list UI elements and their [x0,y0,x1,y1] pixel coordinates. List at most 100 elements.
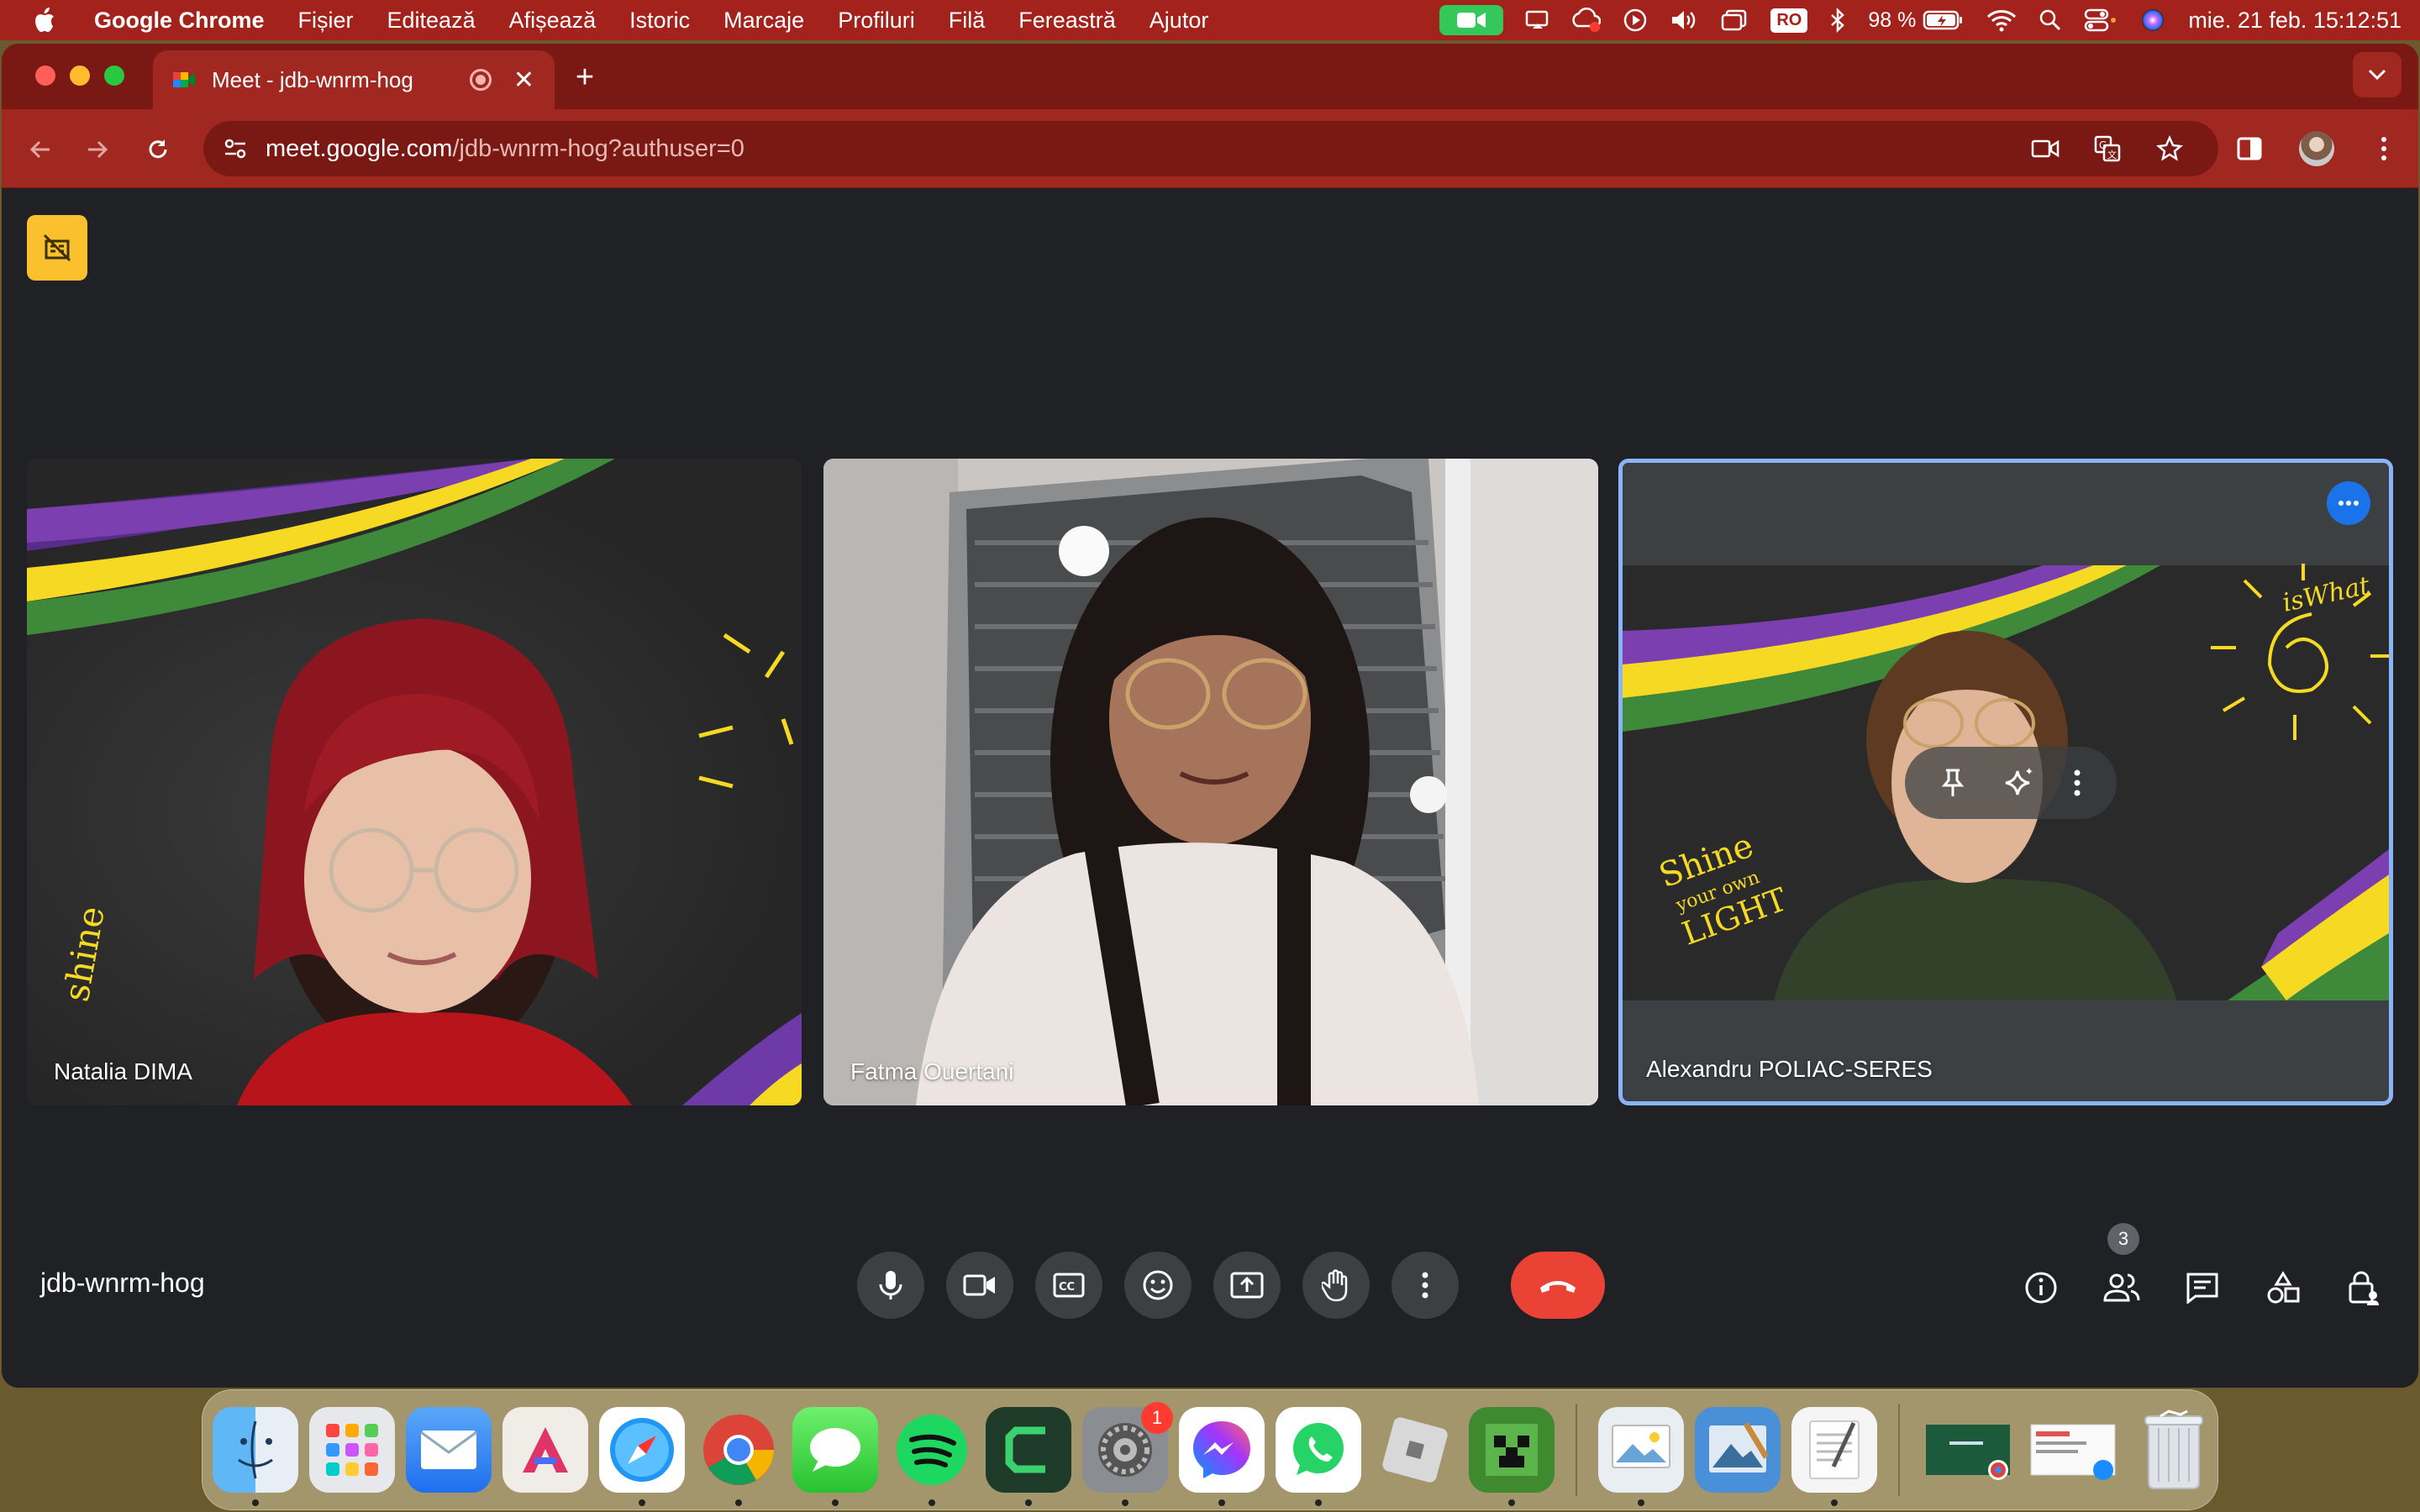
minimized-window-icon[interactable] [2026,1407,2120,1493]
camera-in-use-icon[interactable] [2027,130,2064,167]
battery-percent: 98 % [1868,8,1917,32]
leave-call-button[interactable] [1511,1252,1605,1319]
participant-name: Alexandru POLIAC-SERES [1646,1056,1933,1082]
visual-effects-icon[interactable] [2002,766,2036,800]
spotify-icon[interactable] [889,1407,975,1506]
raise-hand-button[interactable] [1302,1252,1370,1319]
launchpad-icon[interactable] [309,1407,395,1493]
chrome-icon[interactable] [696,1407,781,1506]
more-vertical-icon[interactable] [2073,769,2081,797]
menu-app-name[interactable]: Google Chrome [69,8,281,34]
system-settings-icon[interactable]: 1 [1082,1402,1173,1506]
bluetooth-icon[interactable] [1829,8,1846,33]
captions-button[interactable]: CC [1035,1252,1102,1319]
more-options-button[interactable] [1392,1252,1459,1319]
closed-captions-icon: CC [1053,1273,1085,1298]
activities-button[interactable] [2257,1262,2309,1314]
new-tab-button[interactable]: + [566,59,603,96]
close-window-button[interactable] [35,66,55,86]
finder-icon[interactable] [213,1407,298,1506]
now-playing-icon[interactable] [1623,8,1648,33]
meeting-side-controls: 3 [2015,1223,2390,1314]
zoom-window-button[interactable] [104,66,124,86]
meeting-details-button[interactable] [2015,1262,2067,1314]
camtasia-icon[interactable] [986,1407,1071,1506]
reactions-button[interactable] [1124,1252,1192,1319]
menu-profiles[interactable]: Profiluri [821,8,932,34]
preview-icon[interactable] [1598,1407,1684,1506]
tab-meet[interactable]: Meet - jdb-wnrm-hog ✕ [153,50,555,109]
translate-icon[interactable]: G文 [2089,130,2126,167]
creative-cloud-icon[interactable] [1572,8,1602,33]
screen-mirroring-icon[interactable] [1525,9,1550,31]
trash-icon[interactable] [2131,1407,2217,1493]
end-call-icon [1540,1281,1576,1293]
minimize-window-button[interactable] [70,66,90,86]
menu-tab[interactable]: Filă [932,8,1002,34]
textedit-icon[interactable] [1791,1407,1877,1506]
participant-tile-selected[interactable]: isWhat Shine your own LIGHT Alexandru PO… [1618,459,2393,1105]
participant-more-options-button[interactable] [2327,481,2370,525]
participant-tile[interactable]: Fatma Ouertani [823,459,1598,1105]
menu-file[interactable]: Fișier [281,8,371,34]
site-info-icon[interactable] [218,132,252,165]
tile-hover-actions [1905,747,2117,819]
menu-history[interactable]: Istoric [613,8,707,34]
chat-button[interactable] [2176,1262,2228,1314]
raise-hand-icon [1322,1269,1348,1302]
svg-text:G: G [2099,139,2107,151]
battery-status[interactable]: 98 % [1868,8,1965,33]
menu-edit[interactable]: Editează [371,8,492,34]
menu-help[interactable]: Ajutor [1133,8,1226,34]
profile-avatar[interactable] [2297,129,2336,168]
tab-close-icon[interactable]: ✕ [513,66,534,95]
pin-icon[interactable] [1940,768,1965,798]
roblox-icon[interactable] [1372,1407,1458,1493]
back-button[interactable] [22,131,59,168]
apple-menu-icon[interactable] [20,0,69,40]
forward-button[interactable] [79,131,116,168]
meeting-code: jdb-wnrm-hog [40,1268,205,1298]
participant-tile[interactable]: shine Natalia DIMA [27,459,802,1105]
companion-mode-icon[interactable] [27,215,87,281]
reload-button[interactable] [139,131,176,168]
browser-toolbar: meet.google.com/jdb-wnrm-hog?authuser=0 … [2,109,2418,188]
window-controls [35,66,124,86]
microphone-button[interactable] [857,1252,924,1319]
bookmark-star-icon[interactable] [2151,130,2188,167]
menu-bookmarks[interactable]: Marcaje [707,8,821,34]
image-capture-icon[interactable] [1695,1407,1781,1493]
affinity-icon[interactable] [502,1407,588,1493]
people-button[interactable]: 3 [2096,1223,2148,1314]
chrome-menu-icon[interactable] [2365,129,2403,168]
minecraft-icon[interactable] [1469,1407,1555,1506]
stage-manager-icon[interactable] [1720,8,1749,32]
arrow-left-icon [29,140,50,159]
whatsapp-icon[interactable] [1276,1407,1361,1506]
chrome-window: Meet - jdb-wnrm-hog ✕ + meet.google.com/… [2,44,2418,1388]
input-source-indicator[interactable]: RO [1770,8,1808,33]
spotlight-search-icon[interactable] [2039,8,2062,32]
messages-icon[interactable] [792,1407,878,1506]
url-text: meet.google.com/jdb-wnrm-hog?authuser=0 [266,135,744,163]
minimized-window-icon[interactable] [1921,1407,2015,1493]
side-panel-icon[interactable] [2230,129,2269,168]
address-bar[interactable]: meet.google.com/jdb-wnrm-hog?authuser=0 … [203,121,2218,176]
messenger-icon[interactable] [1179,1407,1265,1506]
control-center-icon[interactable] [2084,8,2118,33]
menu-window[interactable]: Fereastră [1002,8,1133,34]
camera-in-use-icon[interactable] [1439,5,1504,35]
tab-search-button[interactable] [2353,52,2402,97]
safari-icon[interactable] [599,1407,685,1506]
camera-button[interactable] [946,1252,1013,1319]
mail-icon[interactable] [406,1407,492,1493]
menubar-clock[interactable]: mie. 21 feb. 15:12:51 [2188,8,2402,34]
siri-icon[interactable] [2139,7,2166,34]
people-icon [2103,1273,2140,1302]
present-screen-button[interactable] [1213,1252,1281,1319]
menu-view[interactable]: Afișează [492,8,613,34]
wifi-icon[interactable] [1986,8,2017,32]
volume-icon[interactable] [1670,8,1698,32]
macos-dock: 1 [202,1389,2218,1510]
host-controls-button[interactable] [2338,1262,2390,1314]
